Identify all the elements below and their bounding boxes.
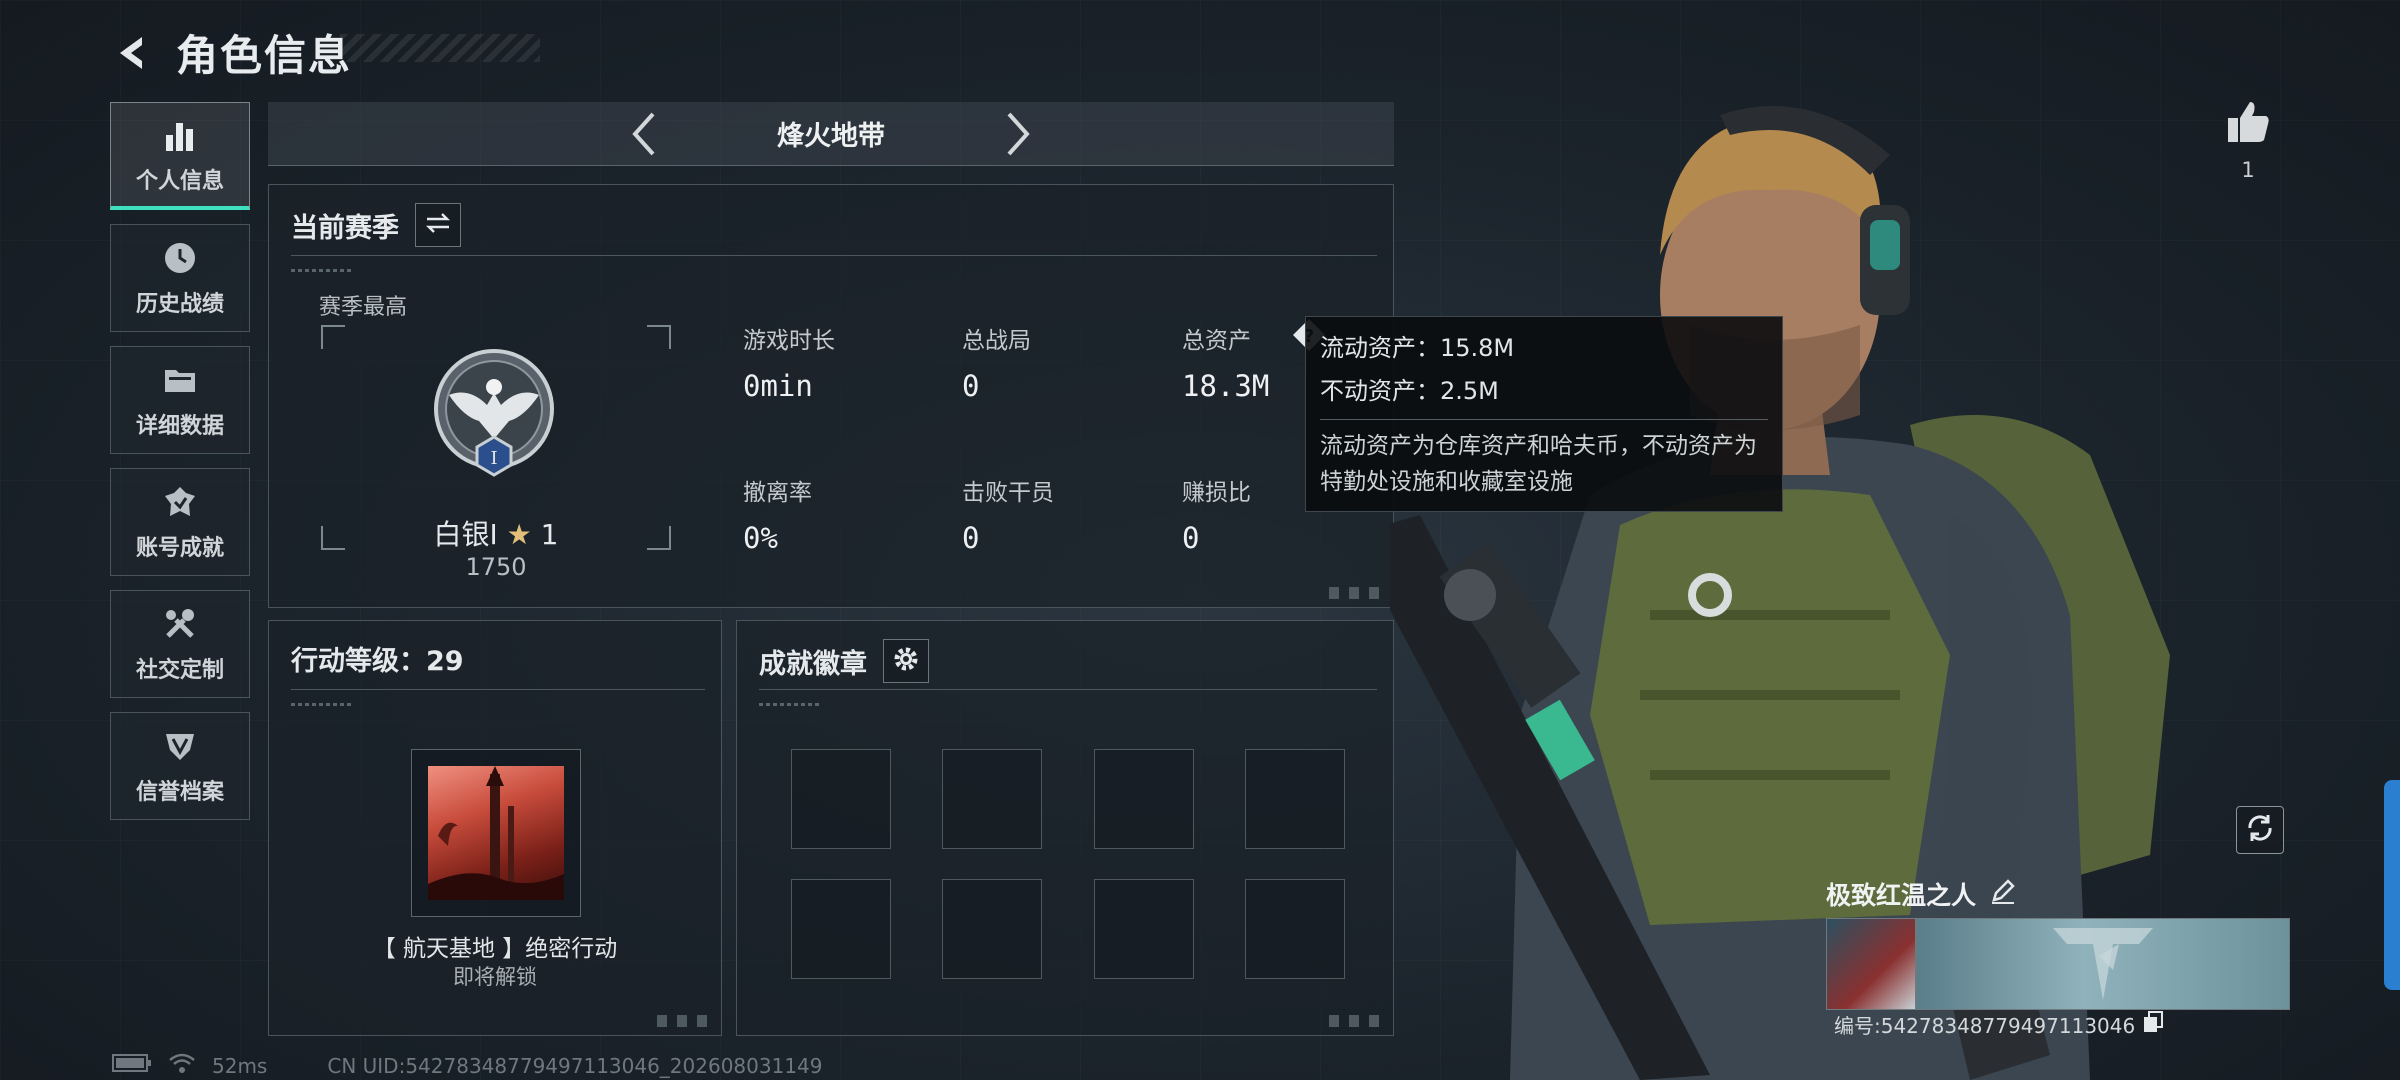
divider-decoration (291, 269, 351, 272)
rank-frame: I 白银I ★ 1 1750 (321, 325, 671, 581)
sidebar-item-label: 信誉档案 (135, 780, 224, 805)
svg-text:I: I (490, 448, 497, 469)
mode-selector: 烽火地带 (268, 102, 1394, 166)
swap-icon (425, 212, 451, 238)
side-drawer-tab[interactable] (2384, 780, 2400, 990)
sidebar-item-credit[interactable]: 信誉档案 (110, 712, 250, 820)
corner-decoration (1323, 587, 1383, 599)
emblem-logo-icon (2043, 920, 2163, 1008)
sidebar-item-label: 账号成就 (135, 536, 224, 561)
page-title: 角色信息 (176, 31, 353, 80)
player-banner[interactable] (1916, 918, 2290, 1010)
corner-decoration (1323, 1015, 1383, 1027)
sidebar-item-achievements[interactable]: 账号成就 (110, 468, 250, 576)
sidebar-item-label: 社交定制 (135, 658, 224, 683)
tooltip-divider (1320, 419, 1768, 420)
folder-icon (160, 360, 200, 400)
player-avatar-card[interactable] (1826, 918, 1916, 1010)
like-count: 1 (2241, 158, 2255, 182)
back-arrow-icon[interactable] (110, 31, 154, 75)
stat-total-matches: 总战局 0 (962, 328, 1031, 403)
sidebar-item-social[interactable]: 社交定制 (110, 590, 250, 698)
badge-slot[interactable] (791, 879, 891, 979)
operation-map-thumbnail[interactable] (411, 749, 581, 917)
stat-extract-rate: 撤离率 0% (743, 480, 812, 555)
player-id: 编号:542783487794971130​46 (1834, 1010, 2165, 1039)
divider-decoration (291, 703, 351, 706)
copy-icon[interactable] (2141, 1010, 2165, 1039)
sidebar-item-label: 详细数据 (135, 414, 224, 439)
status-footer: 52ms CN UID:542783487794971130​46_202608… (112, 1052, 823, 1079)
sidebar: 个人信息 历史战绩 详细数据 账号成就 社交定制 信誉档案 (110, 102, 250, 834)
ping-value: 52ms (212, 1053, 268, 1078)
operation-level-panel: 行动等级：29 【 航天基地 】绝密行动 即将解锁 (268, 620, 722, 1036)
refresh-icon (2244, 812, 2276, 848)
stat-total-assets: 总资产 18.3M (1182, 328, 1270, 403)
sidebar-item-personal-info[interactable]: 个人信息 (110, 102, 250, 210)
badge-slot[interactable] (1245, 749, 1345, 849)
wifi-icon (168, 1052, 196, 1079)
rank-points: 1750 (465, 553, 527, 581)
sidebar-item-detail-data[interactable]: 详细数据 (110, 346, 250, 454)
badge-slot[interactable] (942, 749, 1042, 849)
stat-operators-defeated: 击败干员 0 (962, 480, 1054, 555)
history-clock-icon (160, 238, 200, 278)
like-widget[interactable]: 1 (2218, 98, 2278, 182)
season-panel: 当前赛季 赛季最高 I 白银I ★ 1 1750 游戏时长 0min 总战局 0… (268, 184, 1394, 608)
assets-tooltip: 流动资产：15.8M 不动资产：2.5M 流动资产为仓库资产和哈夫币，不动资产为… (1305, 316, 1783, 512)
thumbs-up-icon (2218, 98, 2278, 150)
credit-shield-icon (160, 726, 200, 766)
badge-slot[interactable] (791, 749, 891, 849)
operation-name: 【 航天基地 】绝密行动 (372, 936, 618, 962)
mode-title: 烽火地带 (777, 121, 885, 152)
operation-level-title: 行动等级：29 (291, 646, 464, 677)
chevron-right-icon[interactable] (996, 112, 1040, 156)
bar-chart-icon (160, 115, 200, 155)
season-title: 当前赛季 (291, 212, 399, 244)
operation-art (428, 766, 564, 900)
sidebar-item-label: 历史战绩 (135, 292, 224, 317)
divider (759, 689, 1377, 690)
divider (291, 255, 1377, 256)
uid-text: CN UID:542783487794971130​46_20260803114… (327, 1053, 823, 1078)
tools-icon (160, 604, 200, 644)
stat-profit-loss-ratio: 赚损比 0 (1182, 480, 1251, 555)
stat-play-time: 游戏时长 0min (743, 328, 835, 403)
gear-icon (892, 645, 920, 677)
edit-pencil-icon[interactable] (1990, 878, 2016, 910)
swap-button[interactable] (415, 203, 461, 247)
divider (291, 689, 705, 690)
title-decoration (340, 34, 540, 62)
player-name: 极致红温之人 (1826, 876, 2016, 912)
achievement-icon (160, 482, 200, 522)
liquid-assets: 流动资产：15.8M (1320, 334, 1515, 362)
divider-decoration (759, 703, 819, 706)
assets-description: 流动资产为仓库资产和哈夫币，不动资产为特勤处设施和收藏室设施 (1320, 433, 1757, 495)
operation-status: 即将解锁 (453, 965, 537, 989)
achievement-badges-panel: 成就徽章 (736, 620, 1394, 1036)
header: 角色信息 (110, 22, 352, 83)
badge-slot[interactable] (1245, 879, 1345, 979)
badge-settings-button[interactable] (883, 639, 929, 683)
rank-name: 白银I ★ 1 (433, 518, 559, 551)
star-icon: ★ (506, 518, 532, 551)
corner-decoration (651, 1015, 711, 1027)
fixed-assets: 不动资产：2.5M (1320, 377, 1499, 405)
badge-slot[interactable] (1094, 749, 1194, 849)
rank-emblem-icon: I (429, 347, 559, 487)
season-best-label: 赛季最高 (319, 295, 408, 320)
refresh-button[interactable] (2236, 806, 2284, 854)
badge-slot[interactable] (942, 879, 1042, 979)
badge-slot[interactable] (1094, 879, 1194, 979)
sidebar-item-history[interactable]: 历史战绩 (110, 224, 250, 332)
sidebar-item-label: 个人信息 (135, 168, 224, 194)
badges-title: 成就徽章 (759, 648, 867, 680)
battery-icon (112, 1053, 152, 1078)
player-card: 极致红温之人 编号:542783487794971130​46 (1826, 876, 2290, 1038)
chevron-left-icon[interactable] (622, 112, 666, 156)
